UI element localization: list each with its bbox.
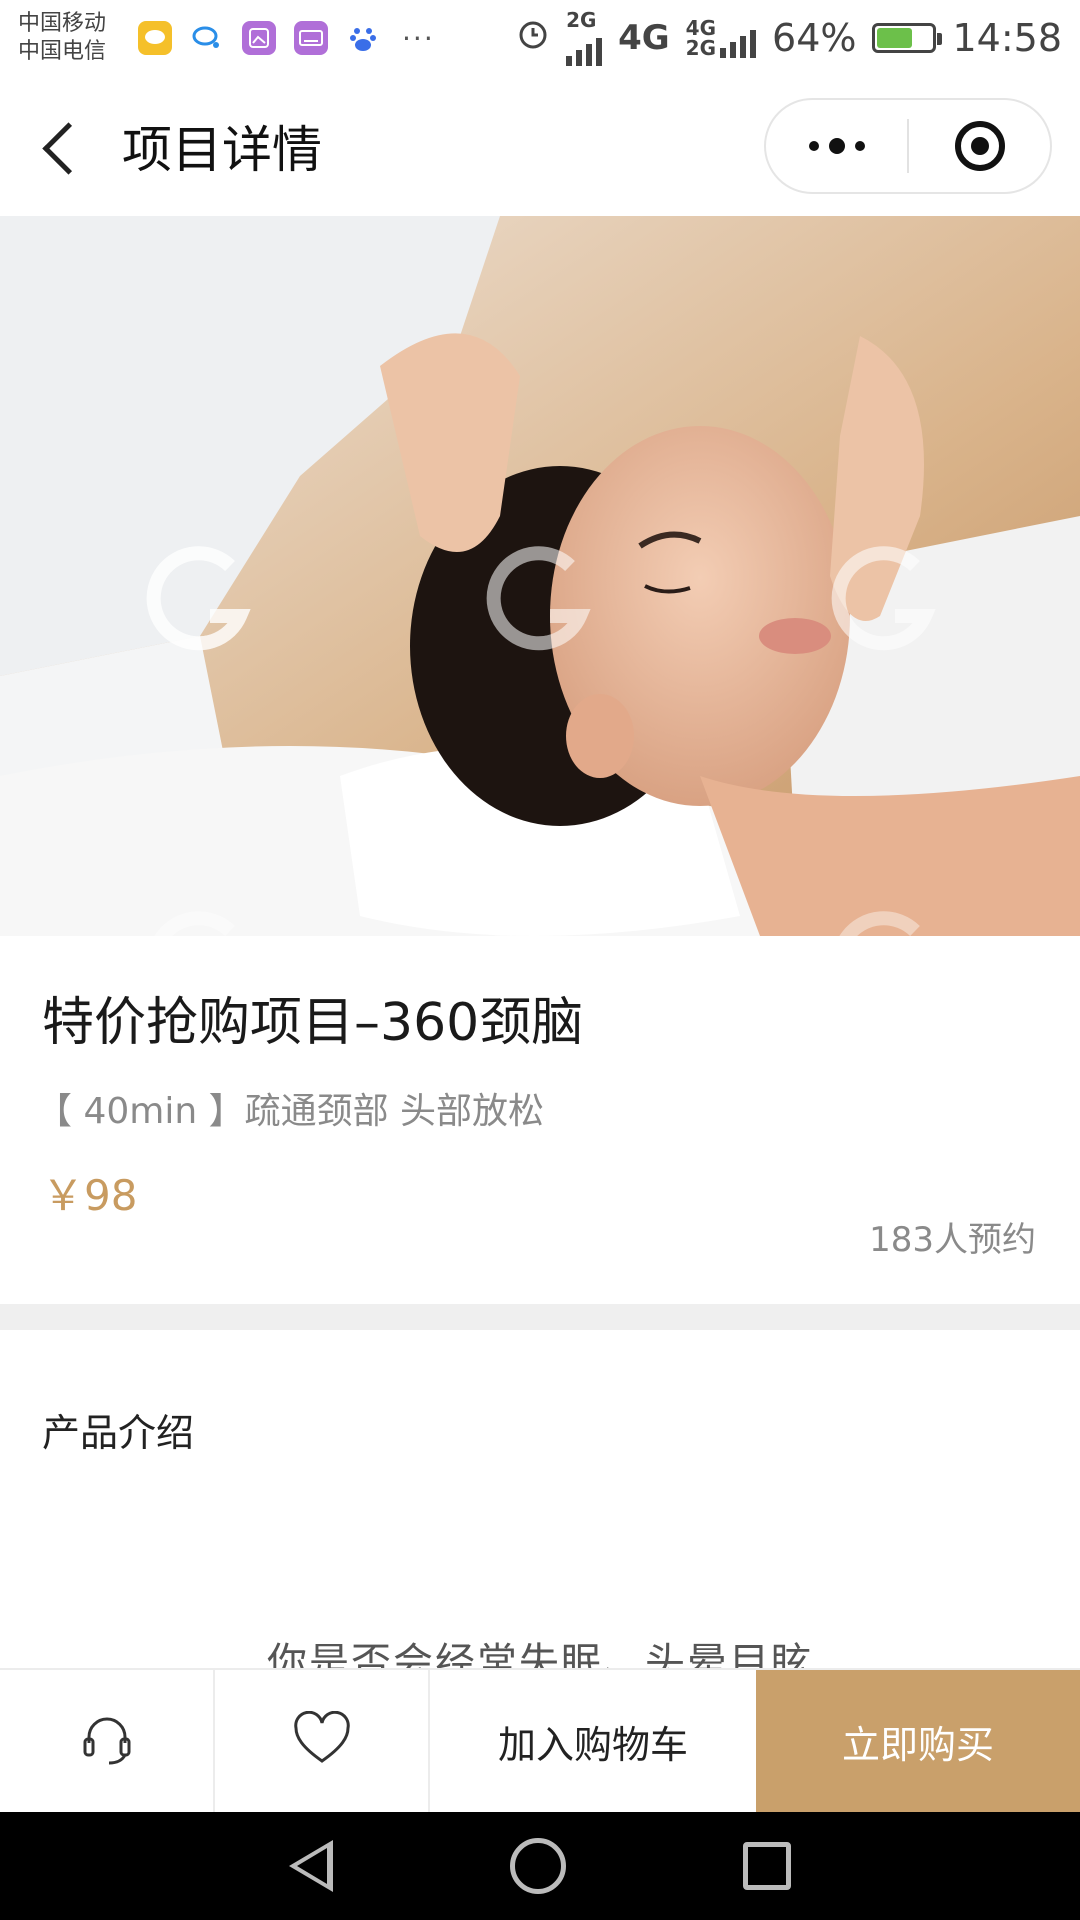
system-recents-icon[interactable] <box>743 1842 792 1890</box>
app-screen: 中国移动 中国电信 ··· 2G 4G 4G 2G 64% 14:58 项目详情… <box>0 0 1080 1920</box>
mini-program-capsule <box>764 98 1052 194</box>
status-right: 2G 4G 4G 2G 64% 14:58 <box>516 10 1062 66</box>
message-app-icon <box>138 21 173 55</box>
system-back-icon[interactable] <box>288 1840 333 1892</box>
back-arrow-icon[interactable] <box>36 116 96 176</box>
baidu-paw-icon <box>346 21 380 55</box>
close-mini-program-button[interactable] <box>909 100 1050 192</box>
intro-heading: 产品介绍 <box>42 1411 195 1455</box>
more-dots-icon <box>808 138 865 154</box>
battery-icon <box>872 23 943 53</box>
signal-4g2g: 4G 2G <box>686 18 757 58</box>
favorite-button[interactable] <box>215 1670 430 1812</box>
page-title: 项目详情 <box>122 121 322 179</box>
buy-now-button[interactable]: 立即购买 <box>756 1670 1080 1812</box>
carrier-1: 中国移动 <box>18 11 107 36</box>
battery-percent: 64% <box>772 16 857 60</box>
signal-2g: 2G <box>566 10 603 66</box>
signal-bars-icon <box>566 30 603 66</box>
system-nav-bar <box>0 1812 1080 1920</box>
chat-bubble-icon <box>190 21 224 55</box>
clock: 14:58 <box>952 16 1062 60</box>
bottom-action-bar: 加入购物车 立即购买 <box>0 1668 1080 1812</box>
keyboard-icon <box>294 21 329 55</box>
gallery-icon <box>242 21 277 55</box>
more-menu-button[interactable] <box>766 100 907 192</box>
carrier-labels: 中国移动 中国电信 <box>18 10 106 66</box>
add-to-cart-button[interactable]: 加入购物车 <box>430 1670 756 1812</box>
customer-service-button[interactable] <box>0 1670 215 1812</box>
product-title: 特价抢购项目–360颈脑 <box>42 993 584 1053</box>
product-intro-section: 产品介绍 你是否会经常失眠、头晕目眩 <box>0 1330 1080 1670</box>
signal-4g-label: 4G <box>618 18 670 58</box>
alarm-icon <box>516 15 550 61</box>
carrier-2: 中国电信 <box>18 39 107 64</box>
product-price: ￥98 <box>42 1171 138 1220</box>
product-subtitle: 【 40min 】疏通颈部 头部放松 <box>36 1091 545 1132</box>
nav-bar: 项目详情 <box>0 76 1080 216</box>
booking-count: 183人预约 <box>869 1220 1036 1260</box>
product-hero-image <box>0 216 1080 936</box>
intro-text: 你是否会经常失眠、头晕目眩 <box>267 1640 813 1670</box>
product-info-section: 特价抢购项目–360颈脑 【 40min 】疏通颈部 头部放松 ￥98 183人… <box>0 936 1080 1304</box>
status-bar: 中国移动 中国电信 ··· 2G 4G 4G 2G 64% 14:58 <box>0 0 1080 76</box>
section-divider <box>0 1304 1080 1330</box>
signal-bars-icon <box>720 22 757 58</box>
headset-icon <box>77 1709 137 1773</box>
target-circle-icon <box>954 121 1005 171</box>
system-home-icon[interactable] <box>509 1838 566 1894</box>
heart-icon <box>292 1710 352 1771</box>
more-notifications-icon: ··· <box>402 21 435 55</box>
